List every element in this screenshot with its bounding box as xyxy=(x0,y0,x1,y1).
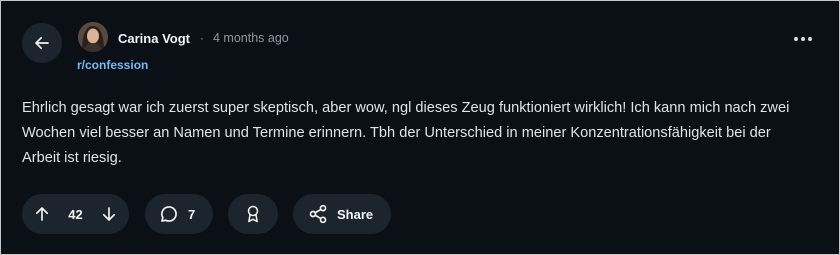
more-options-button[interactable] xyxy=(787,27,819,51)
post-card: Carina Vogt · 4 months ago r/confession … xyxy=(0,0,840,255)
comment-bubble-icon xyxy=(159,204,179,224)
vote-count: 42 xyxy=(68,206,83,222)
downvote-button[interactable] xyxy=(97,202,121,226)
share-button[interactable]: Share xyxy=(293,194,391,234)
share-icon xyxy=(308,204,328,224)
post-body: Ehrlich gesagt war ich zuerst super skep… xyxy=(22,100,790,166)
arrow-up-icon xyxy=(33,205,51,223)
more-horizontal-icon xyxy=(793,36,813,42)
share-label: Share xyxy=(337,206,374,222)
arrow-down-icon xyxy=(100,205,118,223)
vote-control: 42 xyxy=(22,194,129,234)
back-button[interactable] xyxy=(22,23,62,63)
upvote-button[interactable] xyxy=(30,202,54,226)
award-button[interactable] xyxy=(228,194,278,234)
avatar[interactable] xyxy=(78,22,108,52)
action-bar: 42 7 Share xyxy=(22,194,391,234)
comments-button[interactable]: 7 xyxy=(145,194,213,234)
award-icon xyxy=(244,204,262,224)
post-timestamp: 4 months ago xyxy=(213,31,289,45)
subreddit-link[interactable]: r/confession xyxy=(77,58,148,72)
post-meta: Carina Vogt · 4 months ago xyxy=(118,29,289,47)
meta-separator: · xyxy=(200,31,204,45)
arrow-left-icon xyxy=(33,34,51,52)
comment-count: 7 xyxy=(188,206,196,222)
author-name[interactable]: Carina Vogt xyxy=(118,31,190,46)
